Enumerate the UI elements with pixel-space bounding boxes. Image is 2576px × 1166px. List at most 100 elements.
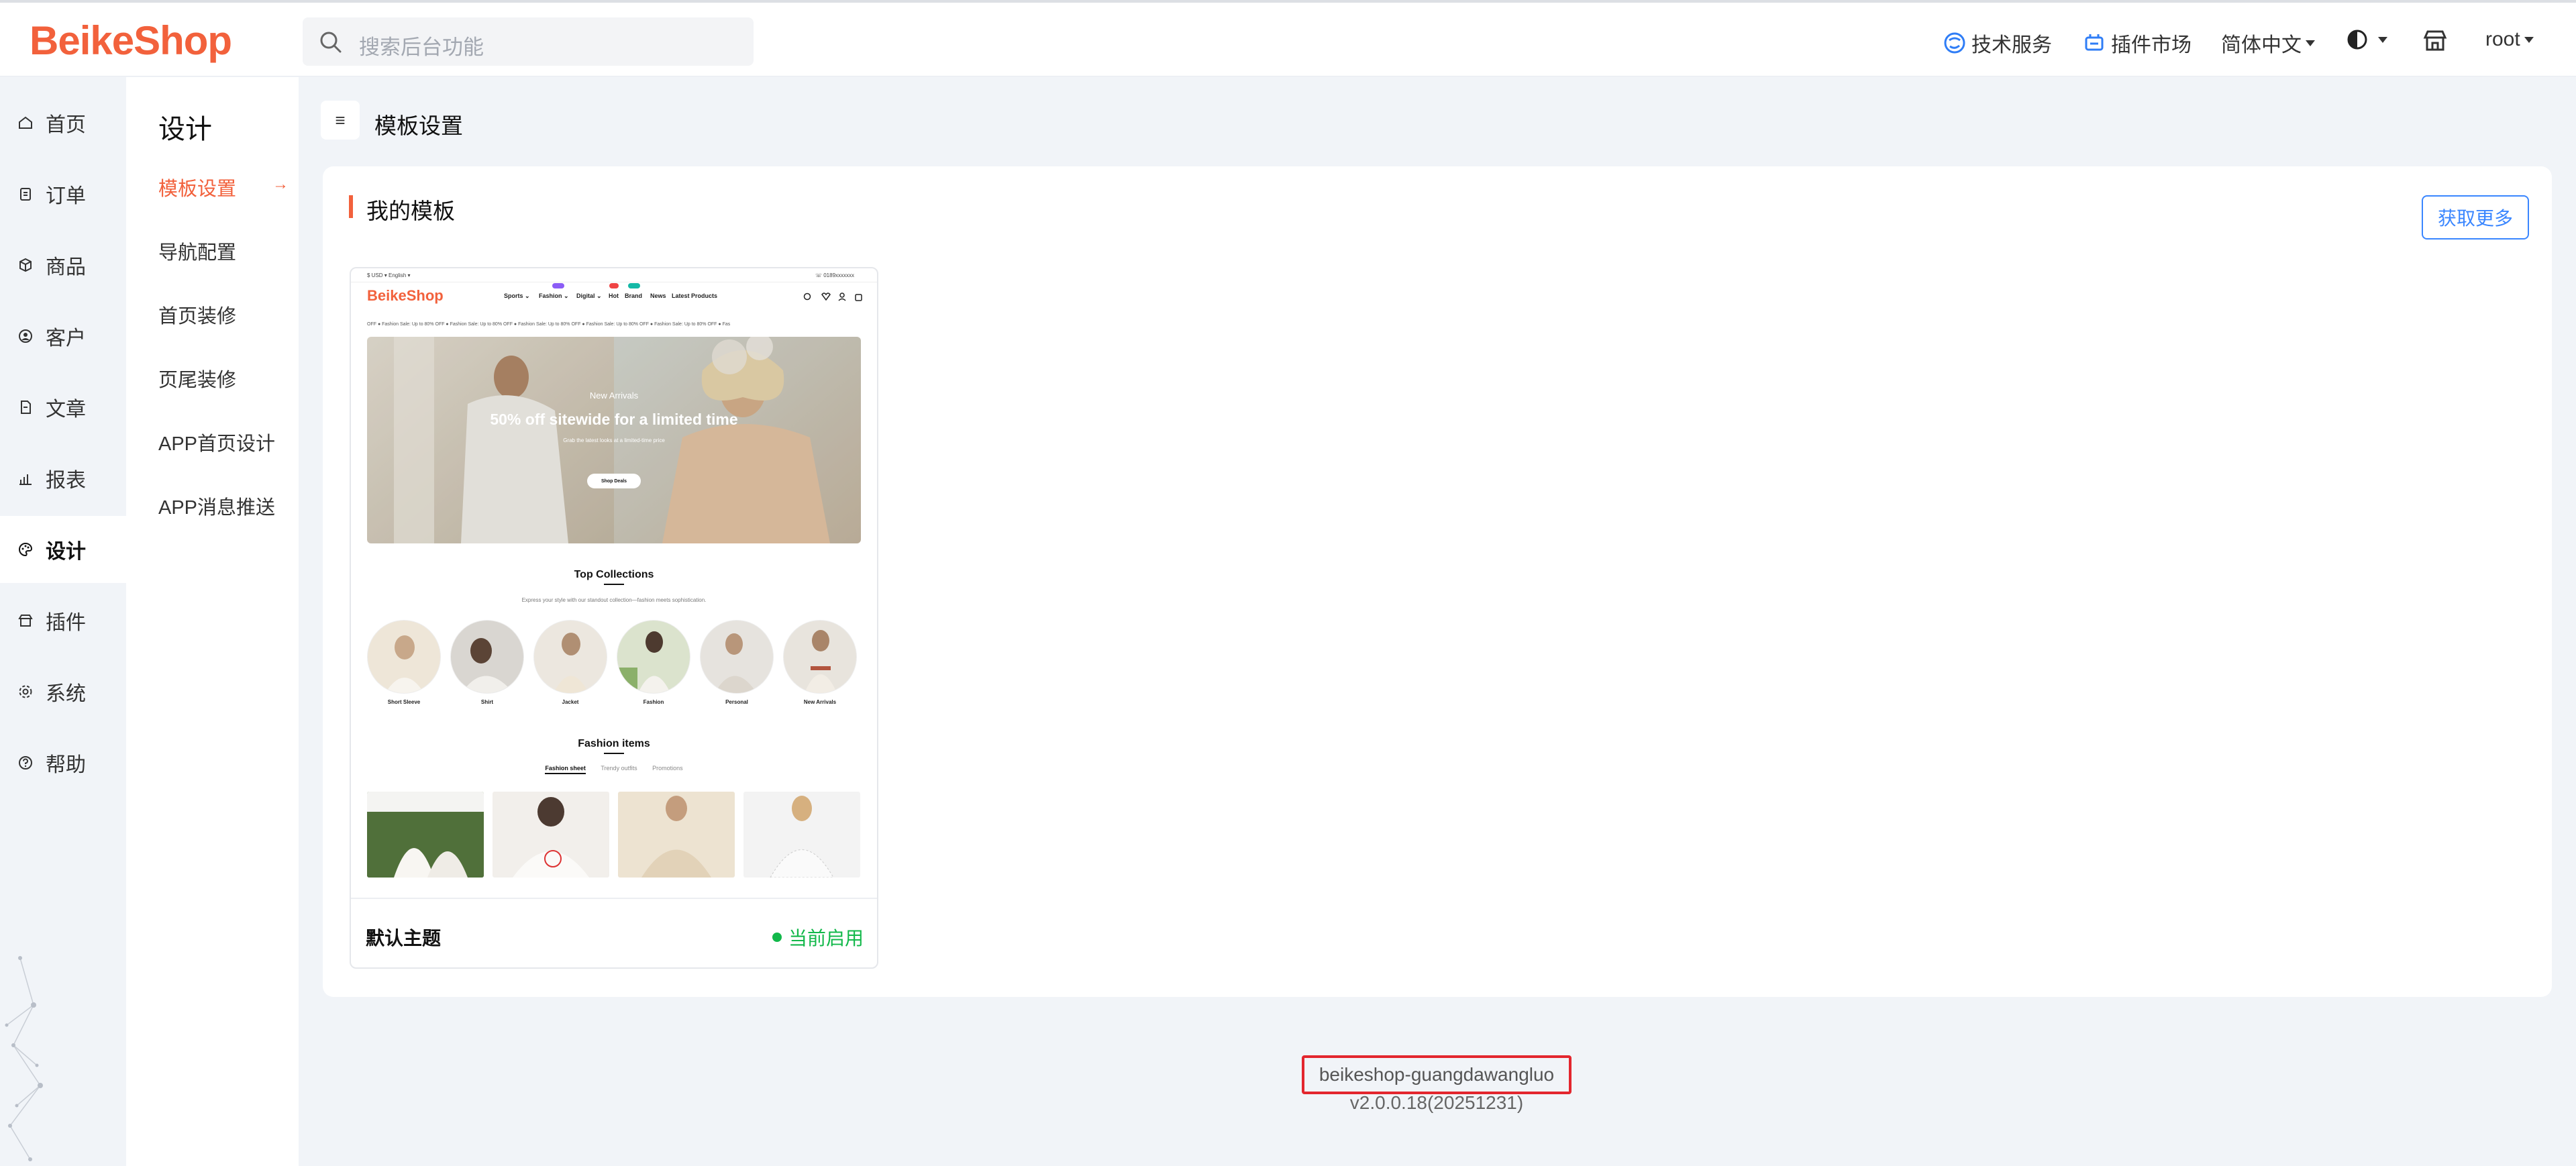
sidebar-item-design[interactable]: 设计 <box>0 516 126 583</box>
preview-logo: BeikeShop <box>367 287 444 304</box>
preview-nav-item: Hot <box>609 293 619 299</box>
template-card[interactable]: $ USD ▾ English ▾ ☏ 0189xxxxxxx BeikeSho… <box>350 267 878 969</box>
preview-badge <box>609 283 619 288</box>
sidebar-item-products[interactable]: 商品 <box>0 231 126 299</box>
footer-version: v2.0.0.18(20251231) <box>1349 1092 1524 1113</box>
product-image <box>493 792 609 878</box>
submenu-item-template-settings[interactable]: 模板设置 <box>158 173 236 201</box>
collection-image <box>533 620 607 694</box>
hero-subtitle: Grab the latest looks at a limited-time … <box>563 437 665 443</box>
sidebar-item-label: 帮助 <box>46 754 86 776</box>
sidebar-item-plugins[interactable]: 插件 <box>0 587 126 654</box>
clipboard-icon <box>20 188 31 201</box>
menu-toggle-button[interactable]: ≡ <box>321 101 360 140</box>
tech-service-link[interactable]: 技术服务 <box>1943 28 2052 58</box>
sidebar-item-customers[interactable]: 客户 <box>0 303 126 370</box>
product-image <box>367 792 484 878</box>
chevron-down-icon <box>2306 40 2315 46</box>
preview-topbar-right: ☏ 0189xxxxxxx <box>815 272 855 278</box>
search-box[interactable]: 搜索后台功能 <box>303 17 754 66</box>
preview-badge <box>552 283 564 288</box>
fashion-tab: Trendy outfits <box>601 765 637 772</box>
preview-nav-item: Sports ⌄ <box>504 293 530 299</box>
sidebar-item-label: 设计 <box>46 541 86 563</box>
store-icon <box>2423 30 2447 51</box>
sidebar-item-label: 系统 <box>46 683 86 705</box>
sidebar-item-label: 订单 <box>46 185 86 207</box>
design-submenu: 设计 模板设置 → 导航配置 首页装修 页尾装修 APP首页设计 APP消息推送 <box>126 77 299 1166</box>
template-status-badge: 当前启用 <box>772 924 864 951</box>
sidebar-item-home[interactable]: 首页 <box>0 89 126 156</box>
sidebar-item-label: 商品 <box>46 256 86 278</box>
card-title: 我的模板 <box>349 193 455 225</box>
hero-title: 50% off sitewide for a limited time <box>490 411 738 428</box>
sidebar-item-label: 文章 <box>46 399 86 421</box>
top-header: BeikeShop 搜索后台功能 技术服务 插件市场 简体中文 root <box>0 3 2576 76</box>
bar-chart-icon <box>19 474 32 485</box>
collection-image <box>367 620 441 694</box>
submenu-item-home-decor[interactable]: 首页装修 <box>158 301 236 329</box>
search-placeholder: 搜索后台功能 <box>359 36 484 59</box>
submenu-item-footer-decor[interactable]: 页尾装修 <box>158 364 236 392</box>
language-dropdown[interactable]: 简体中文 <box>2221 28 2315 58</box>
sidebar-item-label: 客户 <box>46 327 86 350</box>
collections-underline <box>604 584 624 585</box>
sidebar-item-system[interactable]: 系统 <box>0 658 126 725</box>
sidebar-item-reports[interactable]: 报表 <box>0 445 126 512</box>
sidebar-item-label: 插件 <box>46 612 86 634</box>
sidebar-item-help[interactable]: 帮助 <box>0 729 126 796</box>
page-title: 模板设置 <box>374 113 463 138</box>
submenu-item-app-push[interactable]: APP消息推送 <box>158 492 275 520</box>
username: root <box>2485 28 2520 50</box>
collection-label: Shirt <box>480 699 494 705</box>
get-more-button[interactable]: 获取更多 <box>2422 195 2529 240</box>
preview-badge <box>628 283 640 288</box>
collection-label: Jacket <box>562 699 579 705</box>
submenu-item-app-home-design[interactable]: APP首页设计 <box>158 428 275 456</box>
collection-image <box>700 620 774 694</box>
template-preview-image: $ USD ▾ English ▾ ☏ 0189xxxxxxx BeikeSho… <box>351 268 877 898</box>
search-icon <box>320 32 342 53</box>
my-templates-card: 我的模板 获取更多 $ USD ▾ English ▾ ☏ 0189xxxxxx… <box>323 166 2552 997</box>
product-image <box>618 792 735 878</box>
submenu-item-nav-config[interactable]: 导航配置 <box>158 237 236 265</box>
language-label: 简体中文 <box>2221 34 2302 56</box>
preview-nav-item: Fashion ⌄ <box>539 293 569 299</box>
brand-logo[interactable]: BeikeShop <box>30 17 232 64</box>
fashion-tab: Fashion sheet <box>545 765 586 774</box>
plugin-market-link[interactable]: 插件市场 <box>2083 28 2192 58</box>
arrow-right-icon: → <box>272 175 289 193</box>
sidebar-item-orders[interactable]: 订单 <box>0 160 126 227</box>
main-sidebar: 首页 订单 商品 客户 文章 报表 设计 插件 系统 帮助 <box>0 77 126 1166</box>
fashion-tabs: Fashion sheet Trendy outfits Promotions <box>351 765 877 774</box>
question-icon <box>19 756 32 770</box>
contrast-icon <box>2347 30 2367 50</box>
file-icon <box>21 401 31 414</box>
collections-subtitle: Express your style with our standout col… <box>521 597 707 603</box>
template-status-label: 当前启用 <box>788 928 864 949</box>
collection-label: Short Sleeve <box>387 699 421 705</box>
preview-marquee: OFF ● Fashion Sale: Up to 80% OFF ● Fash… <box>367 322 731 327</box>
submenu-title: 设计 <box>158 115 212 144</box>
store-icon <box>18 615 33 627</box>
collection-image <box>783 620 857 694</box>
preview-nav-item: Latest Products <box>672 293 718 299</box>
collection-label: Personal <box>725 699 748 705</box>
preview-hero-banner: New Arrivals 50% off sitewide for a limi… <box>367 337 861 543</box>
sidebar-item-articles[interactable]: 文章 <box>0 374 126 441</box>
home-icon <box>19 116 32 129</box>
fashion-items-underline <box>604 753 624 754</box>
storefront-link[interactable] <box>2422 28 2453 54</box>
product-image <box>743 792 860 878</box>
tech-service-label: 技术服务 <box>1971 34 2052 56</box>
collections-title: Top Collections <box>574 569 654 580</box>
sidebar-item-label: 首页 <box>46 114 86 136</box>
plugin-market-label: 插件市场 <box>2111 34 2192 56</box>
preview-header-icons <box>803 293 862 301</box>
collection-label: Fashion <box>643 699 664 705</box>
preview-nav-item: News <box>650 293 666 299</box>
user-menu[interactable]: root <box>2485 28 2534 51</box>
template-name: 默认主题 <box>366 928 442 949</box>
hero-kicker: New Arrivals <box>589 390 639 401</box>
theme-toggle[interactable] <box>2346 28 2387 51</box>
